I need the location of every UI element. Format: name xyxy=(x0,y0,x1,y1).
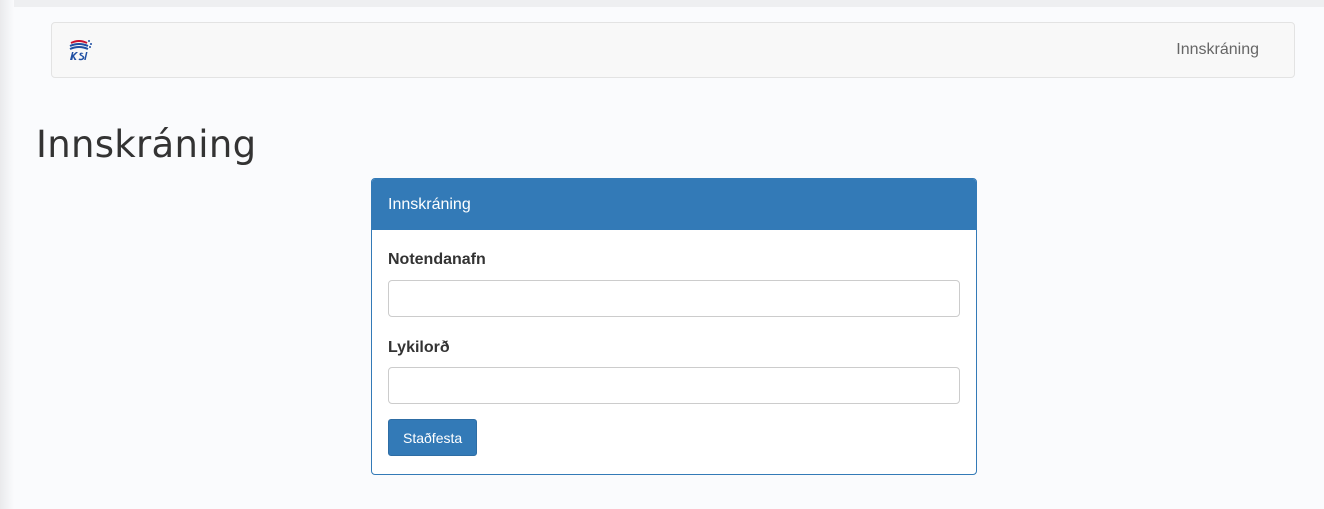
username-input[interactable] xyxy=(388,280,960,317)
top-band xyxy=(0,0,1324,7)
submit-button[interactable]: Staðfesta xyxy=(388,419,478,456)
navbar: Innskráning xyxy=(51,22,1295,78)
username-label: Notendanafn xyxy=(388,251,486,268)
password-label: Lykilorð xyxy=(388,339,450,356)
page-title: Innskráning xyxy=(36,123,257,166)
login-panel-heading: Innskráning xyxy=(372,179,976,230)
password-input[interactable] xyxy=(388,367,960,404)
ksi-logo-icon[interactable] xyxy=(67,37,93,63)
nav-login-link[interactable]: Innskráning xyxy=(1176,41,1259,59)
ksi-logo-icon-graphic xyxy=(69,40,92,61)
login-panel: Innskráning Notendanafn Lykilorð Staðfes… xyxy=(371,178,977,475)
left-shade xyxy=(0,0,14,509)
page: Innskráning Innskráning Innskráning Note… xyxy=(0,0,1324,509)
